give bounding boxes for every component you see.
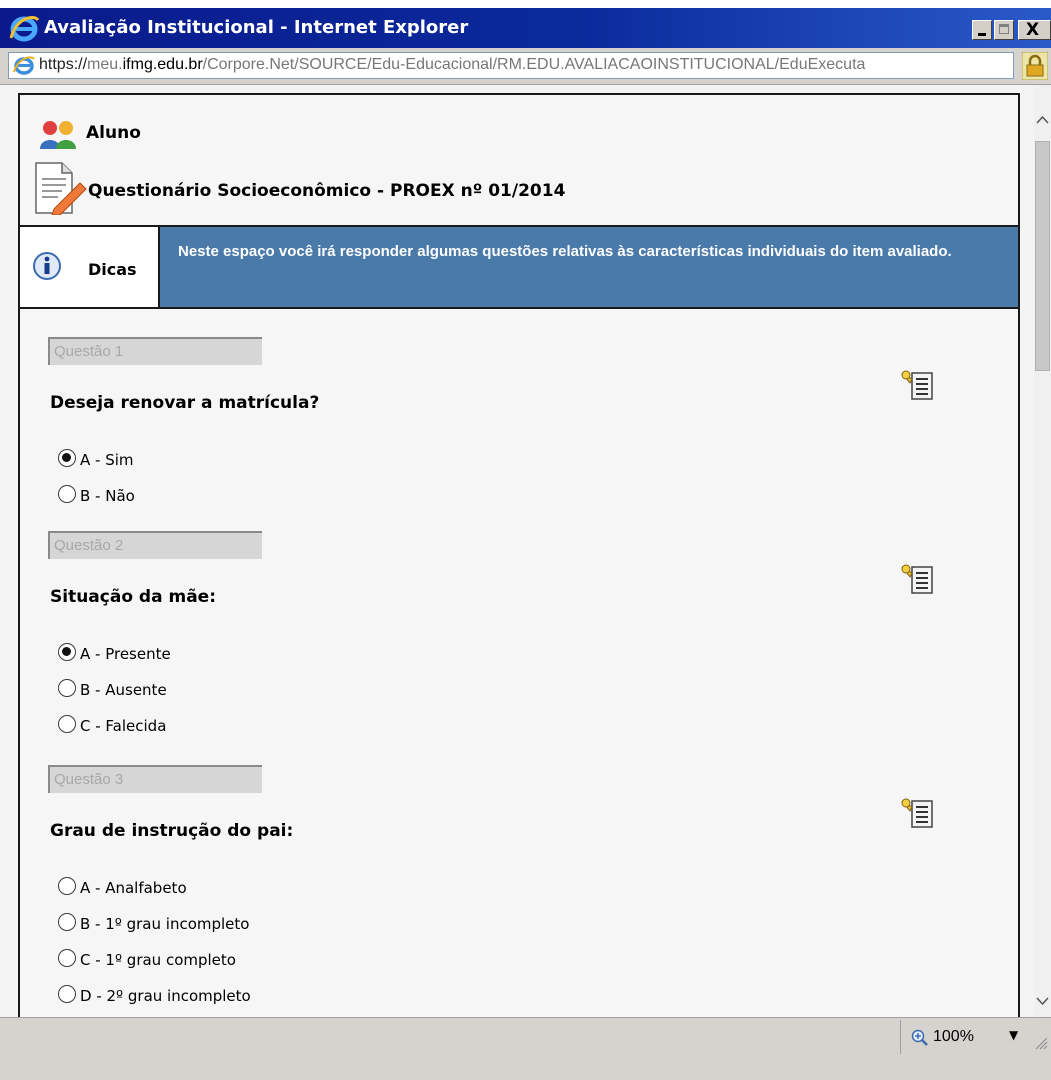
option-label: A - Presente (80, 645, 171, 663)
option-label: A - Sim (80, 451, 134, 469)
url-field[interactable]: https://meu.ifmg.edu.br/Corpore.Net/SOUR… (8, 52, 1014, 79)
radio-button[interactable] (58, 485, 76, 503)
question-notes-icon[interactable] (900, 561, 936, 601)
option-label: C - 1º grau completo (80, 951, 236, 969)
page-viewport[interactable]: Aluno Questionário Socioeconômico - PROE… (0, 85, 1051, 1017)
minimize-button[interactable] (972, 20, 992, 40)
question-text: Situação da mãe: (50, 587, 216, 607)
question-number-field: Questão 3 (48, 765, 262, 793)
maximize-button[interactable] (994, 20, 1014, 40)
info-icon (32, 251, 62, 285)
document-edit-icon (32, 161, 88, 219)
option-label: A - Analfabeto (80, 879, 187, 897)
survey-title: Questionário Socioeconômico - PROEX nº 0… (88, 181, 566, 201)
tips-label-cell: Dicas (20, 227, 160, 307)
option-label: B - Não (80, 487, 135, 505)
tips-text: Neste espaço você irá responder algumas … (160, 227, 1018, 307)
radio-button[interactable] (58, 985, 76, 1003)
close-button[interactable]: X (1018, 20, 1051, 40)
address-bar: https://meu.ifmg.edu.br/Corpore.Net/SOUR… (0, 48, 1051, 85)
zoom-control[interactable]: 100% ▼ (900, 1020, 1030, 1054)
window-title: Avaliação Institucional - Internet Explo… (44, 17, 469, 38)
users-icon (38, 119, 80, 155)
user-type-label: Aluno (86, 123, 141, 143)
zoom-level: 100% (933, 1028, 974, 1045)
padlock-icon[interactable] (1021, 51, 1049, 84)
radio-button[interactable] (58, 877, 76, 895)
question-notes-icon[interactable] (900, 795, 936, 835)
vertical-scrollbar[interactable] (1034, 85, 1051, 1017)
question-text: Grau de instrução do pai: (50, 821, 294, 841)
radio-button[interactable] (58, 949, 76, 967)
option-label: D - 2º grau incompleto (80, 987, 251, 1005)
tips-label: Dicas (88, 260, 137, 279)
radio-button[interactable] (58, 913, 76, 931)
ie-page-icon (13, 55, 35, 78)
zoom-icon (911, 1029, 929, 1051)
close-icon: X (1026, 20, 1040, 40)
internet-explorer-icon (8, 14, 40, 46)
option-label: B - Ausente (80, 681, 167, 699)
question-text: Deseja renovar a matrícula? (50, 393, 320, 413)
resize-grip-icon[interactable] (1032, 1034, 1048, 1054)
option-label: B - 1º grau incompleto (80, 915, 250, 933)
scroll-up-arrow-icon[interactable] (1034, 109, 1051, 131)
url-text: https://meu.ifmg.edu.br/Corpore.Net/SOUR… (39, 56, 866, 73)
zoom-dropdown-icon[interactable]: ▼ (1009, 1028, 1018, 1042)
radio-button[interactable] (58, 715, 76, 733)
option-label: C - Falecida (80, 717, 167, 735)
scroll-down-arrow-icon[interactable] (1034, 990, 1051, 1012)
form-frame: Aluno Questionário Socioeconômico - PROE… (18, 93, 1020, 1017)
status-bar: 100% ▼ (0, 1017, 1051, 1080)
scroll-thumb[interactable] (1035, 141, 1050, 371)
radio-button-selected[interactable] (58, 449, 76, 467)
question-number-field: Questão 1 (48, 337, 262, 365)
radio-button-selected[interactable] (58, 643, 76, 661)
question-notes-icon[interactable] (900, 367, 936, 407)
window-title-bar[interactable]: Avaliação Institucional - Internet Explo… (0, 8, 1051, 48)
question-number-field: Questão 2 (48, 531, 262, 559)
radio-button[interactable] (58, 679, 76, 697)
tips-bar: Dicas Neste espaço você irá responder al… (20, 225, 1018, 309)
